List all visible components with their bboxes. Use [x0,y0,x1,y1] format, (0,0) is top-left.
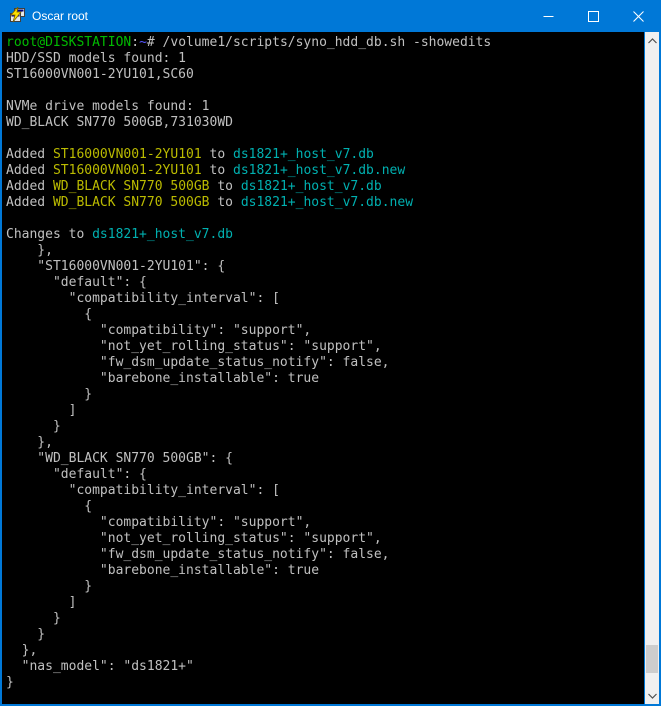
terminal-line: } [6,627,644,643]
terminal-line: } [6,579,644,595]
terminal-line: } [6,419,644,435]
chevron-up-icon[interactable] [645,32,659,49]
minimize-icon [543,11,554,22]
terminal-line: "default": { [6,467,644,483]
terminal-line [6,131,644,147]
terminal-line: "not_yet_rolling_status": "support", [6,531,644,547]
terminal-line: "fw_dsm_update_status_notify": false, [6,355,644,371]
terminal-line: "not_yet_rolling_status": "support", [6,339,644,355]
maximize-icon [588,11,599,22]
terminal-line: { [6,307,644,323]
terminal-line: "ST16000VN001-2YU101": { [6,259,644,275]
terminal-line: "compatibility_interval": [ [6,291,644,307]
terminal-line: Changes to ds1821+_host_v7.db [6,227,644,243]
terminal-line: } [6,387,644,403]
terminal-line: } [6,675,644,691]
terminal-line: root@DISKSTATION:~# /volume1/scripts/syn… [6,35,644,51]
terminal-line: Added WD_BLACK SN770 500GB to ds1821+_ho… [6,195,644,211]
window-title: Oscar root [32,0,526,32]
terminal[interactable]: root@DISKSTATION:~# /volume1/scripts/syn… [2,32,644,704]
terminal-line: "default": { [6,275,644,291]
terminal-line: "compatibility": "support", [6,515,644,531]
terminal-line: "barebone_installable": true [6,371,644,387]
terminal-line [6,83,644,99]
terminal-line: ST16000VN001-2YU101,SC60 [6,67,644,83]
terminal-window: Oscar root root@DISKSTATION:~# /volume1/… [0,0,661,706]
terminal-line: NVMe drive models found: 1 [6,99,644,115]
terminal-body: root@DISKSTATION:~# /volume1/scripts/syn… [0,32,661,706]
window-controls [526,0,661,32]
terminal-line: } [6,611,644,627]
terminal-line: { [6,499,644,515]
terminal-line: "compatibility": "support", [6,323,644,339]
scrollbar[interactable] [644,32,659,704]
minimize-button[interactable] [526,0,571,32]
terminal-line: "WD_BLACK SN770 500GB": { [6,451,644,467]
terminal-line: "nas_model": "ds1821+" [6,659,644,675]
terminal-line [6,211,644,227]
terminal-line: WD_BLACK SN770 500GB,731030WD [6,115,644,131]
scrollbar-thumb[interactable] [646,645,658,673]
terminal-line: Added WD_BLACK SN770 500GB to ds1821+_ho… [6,179,644,195]
terminal-line: }, [6,243,644,259]
terminal-line: ] [6,595,644,611]
terminal-line: ] [6,403,644,419]
maximize-button[interactable] [571,0,616,32]
terminal-line: "compatibility_interval": [ [6,483,644,499]
terminal-line: }, [6,435,644,451]
close-icon [633,11,644,22]
terminal-line: "fw_dsm_update_status_notify": false, [6,547,644,563]
terminal-line: }, [6,643,644,659]
terminal-line: Added ST16000VN001-2YU101 to ds1821+_hos… [6,163,644,179]
chevron-down-icon[interactable] [645,687,659,704]
terminal-line: HDD/SSD models found: 1 [6,51,644,67]
terminal-line: Added ST16000VN001-2YU101 to ds1821+_hos… [6,147,644,163]
titlebar[interactable]: Oscar root [0,0,661,32]
terminal-line: "barebone_installable": true [6,563,644,579]
putty-terminal-icon[interactable] [8,7,26,25]
close-button[interactable] [616,0,661,32]
